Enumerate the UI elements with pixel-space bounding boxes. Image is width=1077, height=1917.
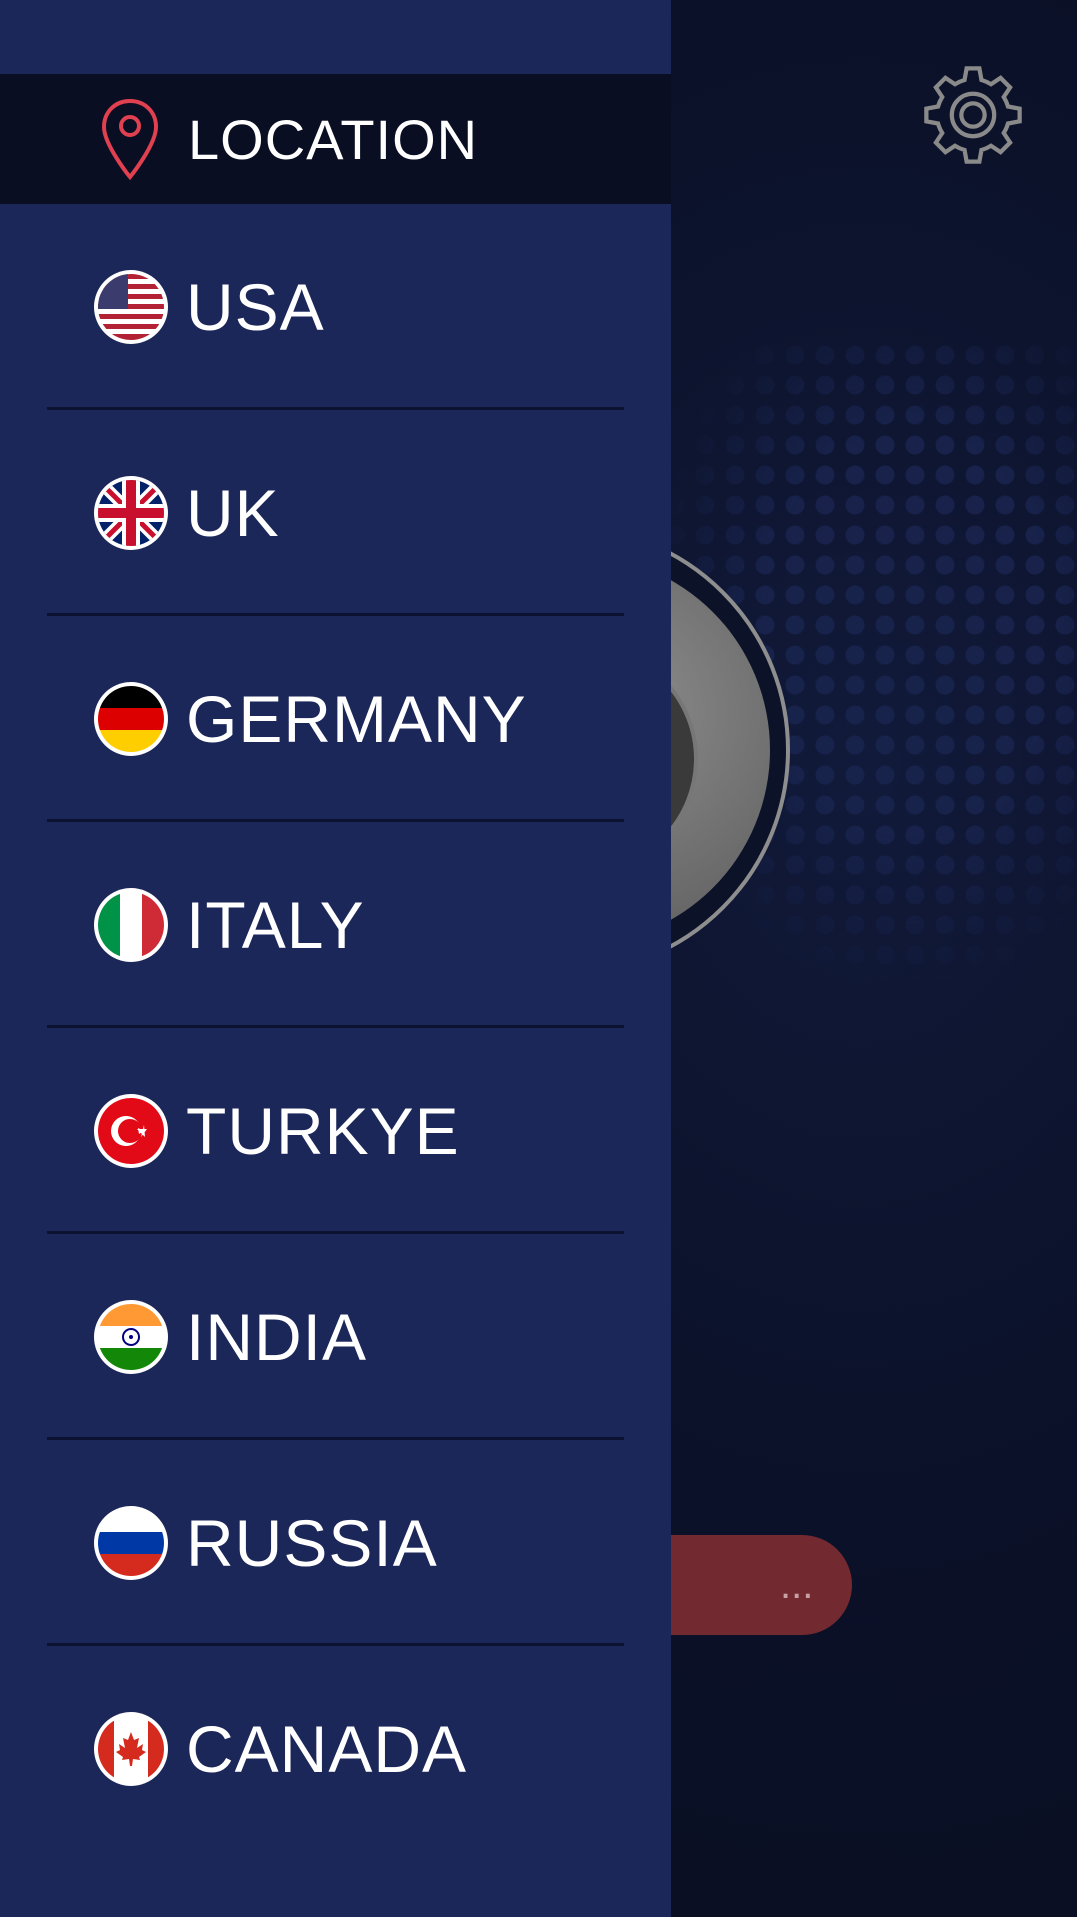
location-drawer: LOCATION USA UK GERMANY ITALY TURKYE IND…	[0, 0, 671, 1917]
country-item-russia[interactable]: RUSSIA	[0, 1440, 671, 1646]
country-label: USA	[186, 270, 325, 344]
connect-button-label: ...	[780, 1563, 814, 1607]
country-label: RUSSIA	[186, 1506, 438, 1580]
germany-flag-icon	[94, 682, 168, 756]
russia-flag-icon	[94, 1506, 168, 1580]
country-label: INDIA	[186, 1300, 368, 1374]
country-label: TURKYE	[186, 1094, 460, 1168]
settings-gear-icon[interactable]	[920, 62, 1026, 168]
drawer-top-bar	[0, 0, 671, 74]
india-flag-icon	[94, 1300, 168, 1374]
country-item-uk[interactable]: UK	[0, 410, 671, 616]
country-item-usa[interactable]: USA	[0, 204, 671, 410]
canada-flag-icon	[94, 1712, 168, 1786]
country-label: UK	[186, 476, 280, 550]
italy-flag-icon	[94, 888, 168, 962]
country-item-italy[interactable]: ITALY	[0, 822, 671, 1028]
country-label: GERMANY	[186, 682, 527, 756]
country-label: CANADA	[186, 1712, 468, 1786]
country-item-india[interactable]: INDIA	[0, 1234, 671, 1440]
country-list: USA UK GERMANY ITALY TURKYE INDIA RUSSIA…	[0, 204, 671, 1852]
drawer-title: LOCATION	[188, 107, 479, 171]
country-label: ITALY	[186, 888, 365, 962]
country-item-turkye[interactable]: TURKYE	[0, 1028, 671, 1234]
turkye-flag-icon	[94, 1094, 168, 1168]
usa-flag-icon	[94, 270, 168, 344]
country-item-canada[interactable]: CANADA	[0, 1646, 671, 1852]
country-item-germany[interactable]: GERMANY	[0, 616, 671, 822]
location-pin-icon	[101, 98, 159, 181]
drawer-header: LOCATION	[0, 74, 671, 204]
uk-flag-icon	[94, 476, 168, 550]
